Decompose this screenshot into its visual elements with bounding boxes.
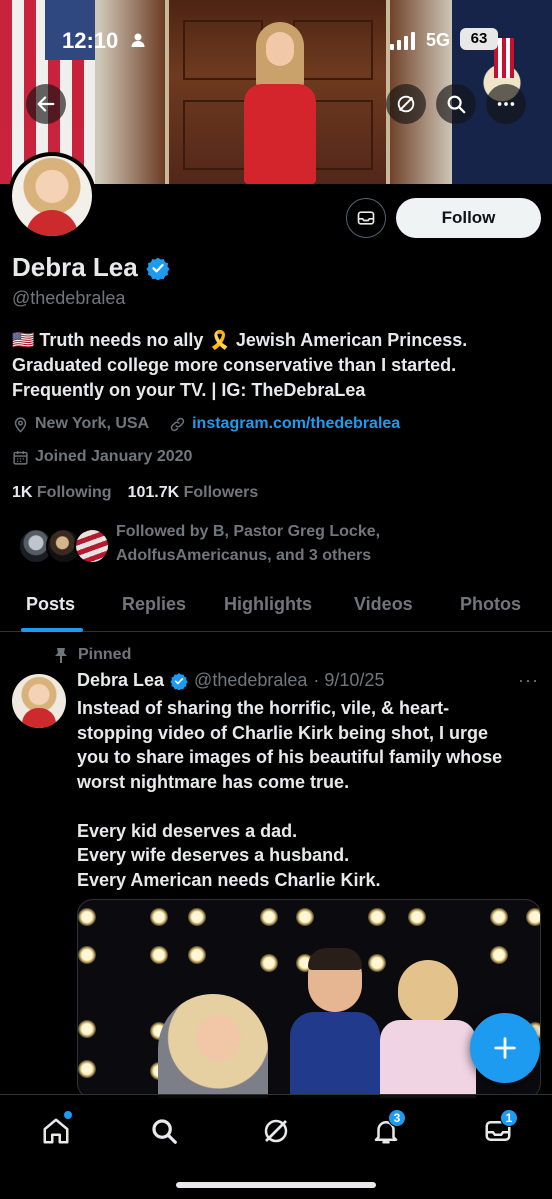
status-bar: 12:10 5G 63 <box>0 22 552 58</box>
profile-location: New York, USA <box>35 415 150 432</box>
status-time: 12:10 <box>62 28 119 53</box>
profile-display-name: Debra Lea <box>12 252 138 282</box>
tab-videos[interactable]: Videos <box>354 594 413 615</box>
post-text-line: stopping video of Charlie Kirk being sho… <box>77 722 489 743</box>
post-author-handle[interactable]: @thedebralea <box>194 670 307 691</box>
followers-label: Followers <box>183 484 259 501</box>
follow-button[interactable]: Follow <box>396 198 541 238</box>
followers-link[interactable]: 101.7K Followers <box>128 484 259 502</box>
battery-level: 63 <box>460 28 498 50</box>
post-author-name[interactable]: Debra Lea <box>77 670 164 691</box>
following-link[interactable]: 1K Following <box>12 484 112 502</box>
back-button[interactable] <box>26 84 66 124</box>
post-text: Instead of sharing the horrific, vile, &… <box>77 696 547 917</box>
pinned-indicator: Pinned <box>54 646 131 664</box>
plus-icon <box>494 1037 516 1059</box>
home-indicator[interactable] <box>176 1182 376 1188</box>
tab-replies[interactable]: Replies <box>122 594 186 615</box>
notifications-badge: 3 <box>388 1109 406 1127</box>
back-arrow-icon <box>37 96 55 112</box>
network-type: 5G <box>426 30 451 50</box>
profile-name-row: Debra Lea <box>12 252 170 283</box>
follow-counts: 1K Following 101.7K Followers <box>12 484 258 502</box>
profile-tabs: Posts Replies Highlights Videos Photos <box>0 584 552 632</box>
profile-meta-location-link: New York, USA instagram.com/thedebralea <box>12 415 400 433</box>
search-icon <box>447 95 466 114</box>
nav-messages[interactable]: 1 <box>476 1109 520 1153</box>
person-icon <box>131 33 145 47</box>
profile-handle: @thedebralea <box>12 288 126 308</box>
calendar-icon <box>13 450 28 465</box>
profile-website-link[interactable]: instagram.com/thedebralea <box>192 415 400 433</box>
post-author-avatar[interactable] <box>12 674 66 728</box>
post-date[interactable]: · 9/10/25 <box>313 670 384 691</box>
tab-highlights[interactable]: Highlights <box>224 594 312 615</box>
followed-by-text: Followed by B, Pastor Greg Locke, Adolfu… <box>116 520 380 568</box>
signal-icon <box>390 32 415 50</box>
search-button[interactable] <box>436 84 476 124</box>
profile-bio: 🇺🇸 Truth needs no ally 🎗️ Jewish America… <box>12 328 542 403</box>
image-person-woman <box>158 994 268 1098</box>
nav-search[interactable] <box>142 1109 186 1153</box>
nav-grok[interactable] <box>254 1109 298 1153</box>
profile-joined-row: Joined January 2020 <box>12 448 192 466</box>
profile-avatar[interactable] <box>8 152 96 240</box>
bio-line: Frequently on your TV. | IG: TheDebraLea <box>12 380 366 400</box>
follower-avatar <box>74 528 110 564</box>
tab-posts[interactable]: Posts <box>26 594 75 615</box>
post-more-button[interactable]: ··· <box>518 670 539 691</box>
location-icon <box>14 416 27 433</box>
followed-by-line: AdolfusAmericanus, and 3 others <box>116 547 372 564</box>
post-text-line: Instead of sharing the horrific, vile, &… <box>77 698 450 718</box>
pinned-label: Pinned <box>78 646 132 663</box>
bio-line: 🇺🇸 Truth needs no ally 🎗️ Jewish America… <box>12 330 468 350</box>
nav-notifications[interactable]: 3 <box>364 1109 408 1153</box>
verified-icon[interactable] <box>146 256 170 280</box>
pin-icon <box>55 648 67 663</box>
followed-by-row[interactable]: Followed by B, Pastor Greg Locke, Adolfu… <box>12 520 542 574</box>
message-button[interactable] <box>346 198 386 238</box>
grok-icon <box>264 1119 288 1143</box>
following-count: 1K <box>12 484 33 501</box>
bio-line: Graduated college more conservative than… <box>12 355 457 375</box>
grok-button[interactable] <box>386 84 426 124</box>
post-header: Debra Lea @thedebralea · 9/10/25 <box>77 670 384 691</box>
more-icon <box>497 102 515 106</box>
post-image[interactable] <box>77 899 541 1099</box>
messages-badge: 1 <box>500 1109 518 1127</box>
tab-photos[interactable]: Photos <box>460 594 521 615</box>
post-text-line: Every wife deserves a husband. <box>77 845 350 865</box>
home-unread-dot <box>64 1111 72 1119</box>
home-icon <box>43 1118 69 1144</box>
followed-by-line: Followed by B, Pastor Greg Locke, <box>116 523 381 540</box>
profile-joined-date: Joined January 2020 <box>35 448 193 465</box>
grok-icon <box>397 95 415 113</box>
more-options-button[interactable] <box>486 84 526 124</box>
nav-home[interactable] <box>34 1109 78 1153</box>
image-person-man <box>290 948 380 1098</box>
post-text-line: you to share images of his beautiful fam… <box>77 747 503 767</box>
search-icon <box>152 1119 177 1144</box>
post-text-line: Every kid deserves a dad. <box>77 820 298 841</box>
link-icon <box>170 417 185 431</box>
following-label: Following <box>36 484 112 501</box>
post-text-line: Every American needs Charlie Kirk. <box>77 869 381 890</box>
post-text-line: worst nightmare has come true. <box>77 771 350 792</box>
compose-post-button[interactable] <box>470 1013 540 1083</box>
verified-icon <box>170 672 188 690</box>
image-person-child <box>368 960 478 1098</box>
followers-count: 101.7K <box>127 484 180 501</box>
mail-icon <box>357 211 375 225</box>
active-tab-indicator <box>21 628 83 632</box>
